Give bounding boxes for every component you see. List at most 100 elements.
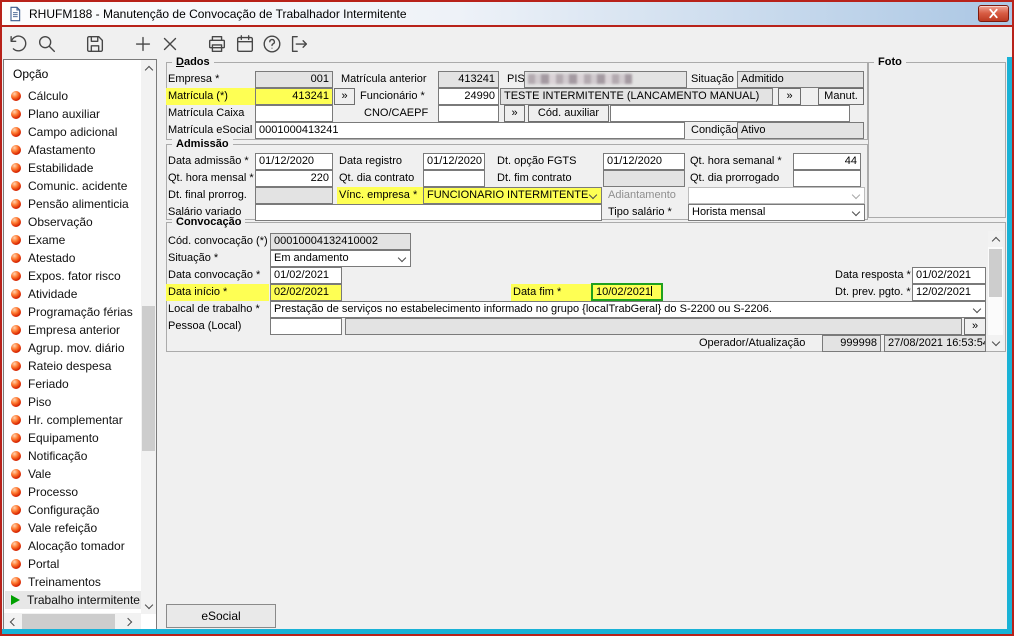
sidebar-item-alocacao-tomador[interactable]: Alocação tomador [5,537,141,555]
schedule-button[interactable] [233,32,257,56]
pessoa-local-descricao-field[interactable] [345,318,962,335]
scrollbar-thumb[interactable] [22,614,115,629]
funcionario-lookup-button[interactable]: » [334,88,355,105]
scroll-up-button[interactable] [988,231,1003,247]
qt-dia-prorrogado-field[interactable] [793,170,861,187]
sidebar-item-equipamento[interactable]: Equipamento [5,429,141,447]
manut-button[interactable]: Manut. ... [818,88,864,117]
sidebar-item-pensao-alimenticia[interactable]: Pensão alimenticia [5,195,141,213]
atualizacao-field[interactable]: 27/08/2021 16:53:54 [884,335,986,352]
dt-final-prorrog-field[interactable] [255,187,333,204]
sidebar-item-vale[interactable]: Vale [5,465,141,483]
dt-opcao-fgts-field[interactable]: 01/12/2020 [603,153,685,170]
chevron-down-icon[interactable] [588,190,598,200]
funcionario-field[interactable]: 24990 [438,88,499,105]
esocial-button[interactable]: eSocial [166,604,276,628]
qt-dia-contrato-field[interactable] [423,170,485,187]
search-button[interactable] [35,32,59,56]
chevron-down-icon[interactable] [972,304,982,314]
sidebar-item-exame[interactable]: Exame [5,231,141,249]
data-fim-field[interactable]: 10/02/2021 [591,283,663,301]
local-trabalho-select[interactable]: Prestação de serviços no estabelecimento… [270,301,986,318]
matricula-caixa-field[interactable] [255,105,333,122]
data-admissao-field[interactable]: 01/12/2020 [255,153,333,170]
add-button[interactable] [131,32,155,56]
delete-button[interactable] [158,32,182,56]
funcionario-nome-lookup-button[interactable]: » [778,88,801,105]
pessoa-local-lookup-button[interactable]: » [964,318,986,335]
tipo-salario-select[interactable]: Horista mensal [688,204,865,221]
help-button[interactable] [260,32,284,56]
sidebar-item-campo-adicional[interactable]: Campo adicional [5,123,141,141]
sidebar-item-observacao[interactable]: Observação [5,213,141,231]
sidebar-item-rateio-despesa[interactable]: Rateio despesa [5,357,141,375]
data-registro-field[interactable]: 01/12/2020 [423,153,485,170]
undo-button[interactable] [6,32,30,56]
data-resposta-field[interactable]: 01/02/2021 [912,267,986,284]
qt-hora-semanal-field[interactable]: 44 [793,153,861,170]
adiantamento-select[interactable] [688,187,865,204]
sidebar-item-feriado[interactable]: Feriado [5,375,141,393]
dt-prev-pgto-field[interactable]: 12/02/2021 [912,284,986,301]
cod-auxiliar-field[interactable] [610,105,850,122]
matricula-field[interactable]: 413241 [255,88,333,105]
scrollbar-thumb[interactable] [989,249,1002,297]
data-convocacao-field[interactable]: 01/02/2021 [270,267,342,284]
condicao-field[interactable]: Ativo [737,122,864,139]
sidebar-item-portal[interactable]: Portal [5,555,141,573]
cno-caepf-field[interactable] [438,105,499,122]
sidebar-item-empresa-anterior[interactable]: Empresa anterior [5,321,141,339]
cod-auxiliar-button[interactable]: Cód. auxiliar [528,105,609,122]
scroll-down-button[interactable] [141,598,156,614]
close-button[interactable] [978,5,1009,22]
pis-field[interactable] [524,71,687,88]
situacao-field[interactable]: Admitido [737,71,864,88]
sidebar-item-processo[interactable]: Processo [5,483,141,501]
sidebar-item-hr-complementar[interactable]: Hr. complementar [5,411,141,429]
empresa-field[interactable]: 001 [255,71,333,88]
sidebar-vertical-scrollbar[interactable] [141,60,156,614]
sidebar-item-atestado[interactable]: Atestado [5,249,141,267]
matricula-esocial-field[interactable]: 0001000413241 [255,122,685,139]
scroll-down-button[interactable] [988,335,1003,351]
sidebar-item-programacao-ferias[interactable]: Programação férias [5,303,141,321]
chevron-down-icon[interactable] [851,207,861,217]
exit-button[interactable] [287,32,311,56]
sidebar-item-notificacao[interactable]: Notificação [5,447,141,465]
sidebar-item-configuracao[interactable]: Configuração [5,501,141,519]
cod-convocacao-field[interactable]: 00010004132410002 [270,233,411,250]
sidebar-item-treinamentos[interactable]: Treinamentos [5,573,141,591]
operador-field[interactable]: 999998 [822,335,881,352]
funcionario-nome-field[interactable]: TESTE INTERMITENTE (LANCAMENTO MANUAL) [500,88,773,105]
sidebar-item-plano-auxiliar[interactable]: Plano auxiliar [5,105,141,123]
cod-auxiliar-lookup-button[interactable]: » [504,105,525,122]
sidebar-item-trabalho-intermitente[interactable]: Trabalho intermitente [5,591,141,609]
sidebar-item-vale-refeicao[interactable]: Vale refeição [5,519,141,537]
sidebar-item-calculo[interactable]: Cálculo [5,87,141,105]
qt-hora-mensal-field[interactable]: 220 [255,170,333,187]
scroll-right-button[interactable] [121,613,137,630]
sidebar-item-expos-fator-risco[interactable]: Expos. fator risco [5,267,141,285]
data-inicio-field[interactable]: 02/02/2021 [270,284,342,301]
sidebar-item-estabilidade[interactable]: Estabilidade [5,159,141,177]
sidebar-item-agrup-mov-diario[interactable]: Agrup. mov. diário [5,339,141,357]
convocacao-vertical-scrollbar[interactable] [988,231,1003,351]
salario-variado-field[interactable] [255,204,602,221]
chevron-down-icon[interactable] [397,253,407,263]
chevron-down-icon[interactable] [851,190,861,200]
scrollbar-thumb[interactable] [142,306,155,451]
vinc-empresa-select[interactable]: FUNCIONARIO INTERMITENTE [423,187,602,204]
sidebar-item-comunic-acidente[interactable]: Comunic. acidente [5,177,141,195]
pessoa-local-field[interactable] [270,318,342,335]
print-button[interactable] [205,32,229,56]
scroll-up-button[interactable] [141,60,156,76]
situacao-convocacao-select[interactable]: Em andamento [270,250,411,267]
matricula-anterior-field[interactable]: 413241 [438,71,499,88]
scroll-left-button[interactable] [4,613,20,630]
sidebar-horizontal-scrollbar[interactable] [4,613,141,630]
sidebar-item-piso[interactable]: Piso [5,393,141,411]
save-button[interactable] [83,32,107,56]
sidebar-item-atividade[interactable]: Atividade [5,285,141,303]
sidebar-item-afastamento[interactable]: Afastamento [5,141,141,159]
dt-fim-contrato-field[interactable] [603,170,685,187]
